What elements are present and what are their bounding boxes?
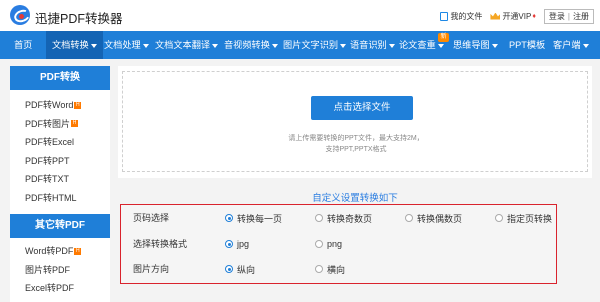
radio-even-pages[interactable]: 转换偶数页 xyxy=(405,207,462,229)
chevron-down-icon xyxy=(582,43,589,48)
top-header: 迅捷PDF转换器 我的文件 开通VIP ♦ 登录 | 注册 xyxy=(0,0,600,31)
radio-jpg[interactable]: jpg xyxy=(225,233,249,255)
auth-divider: | xyxy=(567,11,570,21)
hot-badge: H xyxy=(74,247,82,255)
sidebar-item-pdf-to-txt[interactable]: PDF转TXT xyxy=(10,170,110,189)
user-area: 我的文件 开通VIP ♦ 登录 | 注册 xyxy=(440,8,594,24)
orientation-label: 图片方向 xyxy=(133,264,170,274)
radio-checked-icon xyxy=(225,265,233,273)
chevron-down-icon xyxy=(212,43,219,48)
chevron-down-icon xyxy=(90,43,97,48)
document-icon xyxy=(440,11,449,21)
format-label: 选择转换格式 xyxy=(133,239,188,249)
upload-dropzone[interactable]: 点击选择文件 请上传需要转换的PPT文件，最大支持2M， 支持PPT,PPTX格… xyxy=(122,71,588,172)
settings-panel: 自定义设置转换如下 页码选择 转换每一页 转换奇数页 转换偶数页 指定页转换 选… xyxy=(118,183,592,302)
radio-unchecked-icon xyxy=(315,240,323,248)
radio-checked-icon xyxy=(225,214,233,222)
page-selection-label: 页码选择 xyxy=(133,213,170,223)
chevron-down-icon xyxy=(491,43,498,48)
page-selection-row: 页码选择 转换每一页 转换奇数页 转换偶数页 指定页转换 xyxy=(121,207,555,229)
auth-box: 登录 | 注册 xyxy=(543,8,594,24)
radio-odd-pages[interactable]: 转换奇数页 xyxy=(315,207,372,229)
chevron-down-icon xyxy=(388,43,395,48)
hot-badge: H xyxy=(71,120,79,128)
upload-panel: 点击选择文件 请上传需要转换的PPT文件，最大支持2M， 支持PPT,PPTX格… xyxy=(118,66,592,178)
upload-hint-line1: 请上传需要转换的PPT文件，最大支持2M， xyxy=(288,135,424,142)
sidebar-item-pdf-to-word[interactable]: PDF转Word H xyxy=(10,96,110,115)
sidebar-item-image-to-pdf[interactable]: 图片转PDF xyxy=(10,261,110,280)
sidebar-section-other-to-pdf: 其它转PDF xyxy=(10,214,110,238)
nav-ocr[interactable]: 图片文字识别 xyxy=(283,31,347,59)
radio-unchecked-icon xyxy=(405,214,413,222)
radio-unchecked-icon xyxy=(495,214,503,222)
hot-badge: H xyxy=(74,101,82,109)
my-files-label: 我的文件 xyxy=(450,11,483,21)
register-link[interactable]: 注册 xyxy=(573,11,589,22)
nav-client[interactable]: 客户端 xyxy=(553,31,589,59)
settings-title: 自定义设置转换如下 xyxy=(312,193,398,204)
radio-every-page[interactable]: 转换每一页 xyxy=(225,207,282,229)
sidebar-item-pdf-to-excel[interactable]: PDF转Excel xyxy=(10,133,110,152)
vip-label: 开通VIP xyxy=(502,11,532,21)
radio-landscape[interactable]: 横向 xyxy=(315,258,345,280)
radio-checked-icon xyxy=(225,240,233,248)
radio-png[interactable]: png xyxy=(315,233,342,255)
chevron-down-icon xyxy=(340,43,347,48)
format-row: 选择转换格式 jpg png xyxy=(121,233,555,255)
orientation-row: 图片方向 纵向 横向 xyxy=(121,258,555,280)
sidebar-item-excel-to-pdf[interactable]: Excel转PDF xyxy=(10,279,110,298)
select-file-button[interactable]: 点击选择文件 xyxy=(311,96,413,120)
new-badge: 新 xyxy=(438,33,449,42)
my-files-link[interactable]: 我的文件 xyxy=(440,11,482,22)
sidebar-item-pdf-to-image[interactable]: PDF转图片 H xyxy=(10,115,110,134)
main-nav: 首页 文档转换 文档处理 文档文本翻译 音视频转换 图片文字识别 语音识别 论文… xyxy=(0,31,600,59)
login-link[interactable]: 登录 xyxy=(549,11,565,22)
vip-link[interactable]: 开通VIP ♦ xyxy=(490,11,536,22)
sidebar-section-pdf-convert: PDF转换 xyxy=(10,66,110,90)
sidebar-item-word-to-pdf[interactable]: Word转PDF H xyxy=(10,242,110,261)
chevron-down-icon xyxy=(271,43,278,48)
nav-speech-recognition[interactable]: 语音识别 xyxy=(350,31,395,59)
sidebar-item-pdf-to-html[interactable]: PDF转HTML xyxy=(10,189,110,208)
nav-document-processing[interactable]: 文档处理 xyxy=(104,31,149,59)
nav-ppt-templates[interactable]: PPT模板 xyxy=(509,31,545,59)
nav-audio-video[interactable]: 音视频转换 xyxy=(224,31,278,59)
nav-home[interactable]: 首页 xyxy=(14,31,32,59)
vip-diamond-icon: ♦ xyxy=(532,12,536,20)
radio-unchecked-icon xyxy=(315,214,323,222)
app-logo-icon[interactable] xyxy=(10,5,30,25)
brand-name[interactable]: 迅捷PDF转换器 xyxy=(35,8,123,27)
radio-unchecked-icon xyxy=(315,265,323,273)
radio-specific-pages[interactable]: 指定页转换 xyxy=(495,207,552,229)
chevron-down-icon xyxy=(437,43,444,48)
main-content: 点击选择文件 请上传需要转换的PPT文件，最大支持2M， 支持PPT,PPTX格… xyxy=(118,66,592,302)
settings-options-box: 页码选择 转换每一页 转换奇数页 转换偶数页 指定页转换 选择转换格式 jpg … xyxy=(120,204,557,284)
nav-mind-map[interactable]: 思维导图 xyxy=(453,31,498,59)
sidebar: PDF转换 PDF转Word H PDF转图片 H PDF转Excel PDF转PP… xyxy=(10,66,110,302)
nav-translation[interactable]: 文档文本翻译 xyxy=(155,31,219,59)
upload-hint-line2: 支持PPT,PPTX格式 xyxy=(325,146,387,153)
radio-portrait[interactable]: 纵向 xyxy=(225,258,255,280)
chevron-down-icon xyxy=(142,43,149,48)
crown-icon xyxy=(490,12,501,20)
nav-document-conversion[interactable]: 文档转换 xyxy=(46,31,103,59)
sidebar-item-pdf-to-ppt[interactable]: PDF转PPT xyxy=(10,152,110,171)
